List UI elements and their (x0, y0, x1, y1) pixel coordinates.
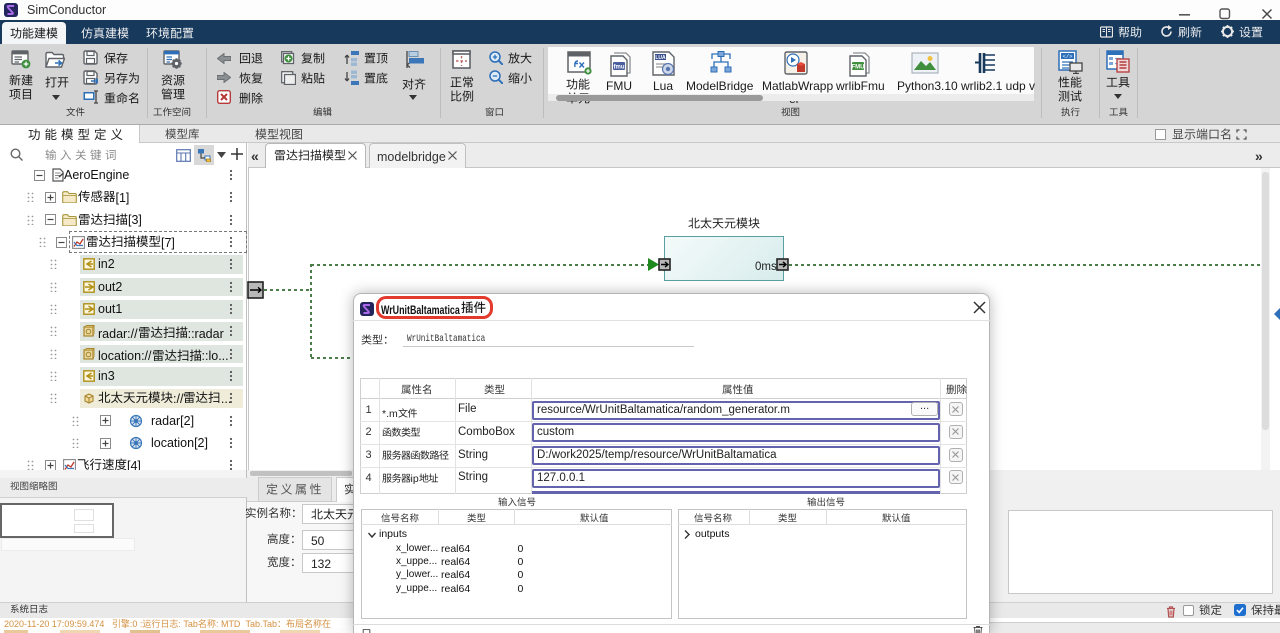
svg-text:fmu: fmu (614, 65, 625, 71)
svg-text:</>: </> (1063, 53, 1073, 60)
svg-text:FMU: FMU (852, 65, 865, 71)
svg-text:LUA: LUA (655, 55, 666, 61)
